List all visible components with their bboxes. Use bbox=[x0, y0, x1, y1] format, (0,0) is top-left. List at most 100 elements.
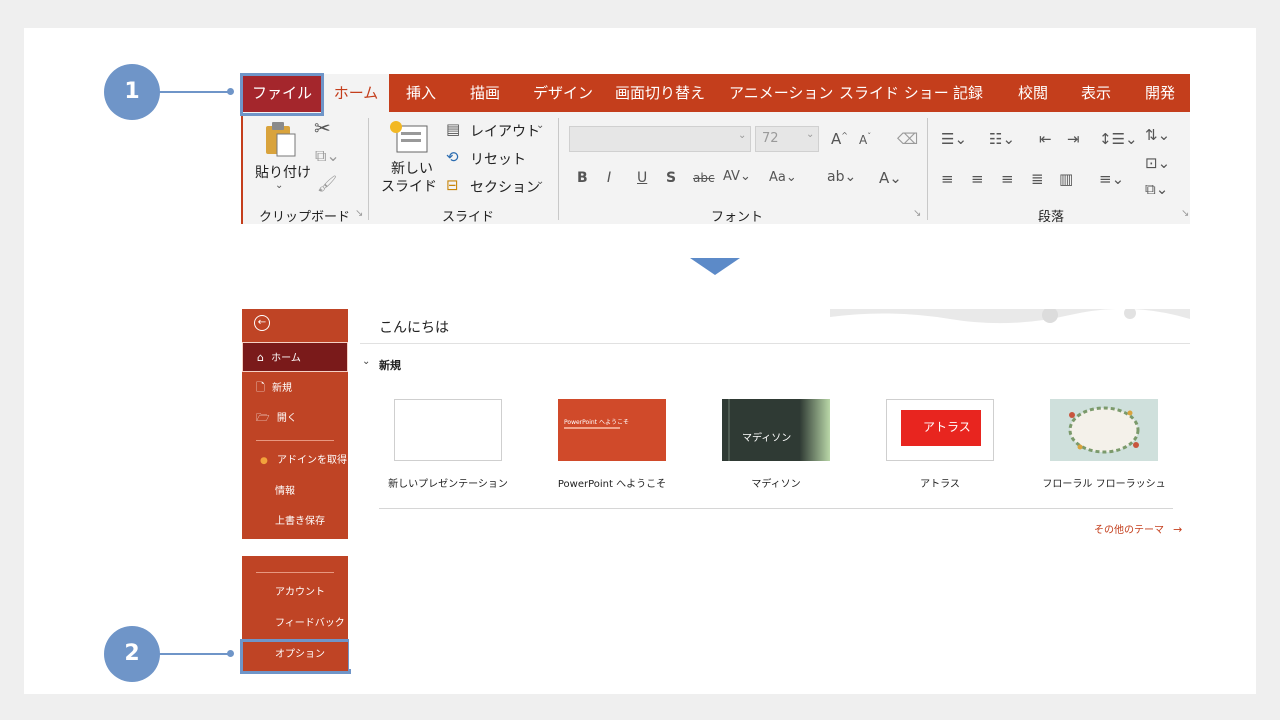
tab-design[interactable]: デザイン bbox=[533, 74, 593, 112]
chevron-down-icon: ⌄ bbox=[806, 129, 815, 140]
tab-transitions[interactable]: 画面切り替え bbox=[615, 74, 705, 112]
tab-animations[interactable]: アニメーション bbox=[729, 74, 833, 112]
line-spacing-icon[interactable]: ↕☰⌄ bbox=[1099, 130, 1138, 148]
greeting-text: こんにちは bbox=[379, 320, 449, 336]
template-welcome-label: PowerPoint へようこそ bbox=[557, 479, 667, 490]
nav-save[interactable]: 上書き保存 bbox=[242, 507, 348, 537]
strikethrough-icon[interactable]: abc bbox=[693, 171, 715, 185]
template-welcome-thumb-title: PowerPoint へようこそ bbox=[564, 419, 629, 426]
notification-dot-icon: ● bbox=[260, 456, 268, 466]
down-arrow-icon bbox=[690, 258, 740, 275]
dialog-launcher-icon[interactable]: ↘ bbox=[355, 208, 363, 219]
step-1-badge: 1 bbox=[104, 64, 160, 120]
section-label: セクション bbox=[470, 180, 540, 196]
section-button[interactable]: ⊟ セクション ⌄ bbox=[446, 176, 546, 198]
decorative-background-pattern bbox=[830, 309, 1190, 324]
nav-divider bbox=[256, 572, 334, 573]
tab-record[interactable]: 記録 bbox=[953, 74, 983, 112]
group-separator bbox=[558, 118, 559, 220]
grow-font-icon[interactable]: A^ bbox=[831, 130, 848, 148]
nav-divider bbox=[256, 440, 334, 441]
template-atlas-thumb-title: アトラス bbox=[923, 420, 971, 434]
header-divider bbox=[360, 343, 1190, 344]
nav-addins[interactable]: ● アドインを取得 bbox=[242, 446, 348, 476]
text-direction-icon[interactable]: ⇅⌄ bbox=[1145, 126, 1170, 144]
tab-slideshow[interactable]: スライド ショー bbox=[839, 74, 949, 112]
step-1-dot bbox=[227, 88, 234, 95]
nav-new[interactable]: 🗋 新規 bbox=[242, 373, 348, 403]
layout-icon: ▤ bbox=[446, 120, 461, 138]
template-atlas[interactable]: アトラス bbox=[886, 399, 994, 461]
align-left-icon[interactable]: ≡ bbox=[941, 170, 954, 188]
template-blank[interactable] bbox=[394, 399, 502, 461]
cut-icon[interactable]: ✂ bbox=[314, 116, 331, 140]
nav-info[interactable]: 情報 bbox=[242, 477, 348, 507]
dialog-launcher-icon[interactable]: ↘ bbox=[1181, 208, 1189, 219]
bullets-icon[interactable]: ☰⌄ bbox=[941, 130, 967, 148]
tab-insert[interactable]: 挿入 bbox=[406, 74, 436, 112]
dialog-launcher-icon[interactable]: ↘ bbox=[913, 208, 921, 219]
tab-view[interactable]: 表示 bbox=[1081, 74, 1111, 112]
layout-button[interactable]: ▤ レイアウト ⌄ bbox=[446, 120, 546, 142]
nav-open[interactable]: 🗁 開く bbox=[242, 403, 348, 433]
tab-home[interactable]: ホーム bbox=[323, 74, 389, 112]
font-name-dropdown[interactable] bbox=[569, 126, 751, 152]
tab-developer[interactable]: 開発 bbox=[1145, 74, 1175, 112]
reset-button[interactable]: ⟲ リセット bbox=[446, 148, 536, 170]
nav-feedback[interactable]: フィードバック bbox=[242, 609, 348, 639]
character-spacing-icon[interactable]: AV⌄ bbox=[723, 169, 751, 184]
chevron-down-icon[interactable]: ⌄ bbox=[362, 356, 370, 367]
template-floral[interactable] bbox=[1050, 399, 1158, 461]
nav-home[interactable]: ⌂ ホーム bbox=[242, 342, 348, 372]
shadow-icon[interactable]: S bbox=[666, 170, 676, 186]
copy-icon[interactable]: ⧉⌄ bbox=[315, 146, 340, 166]
paste-button[interactable]: 貼り付け ⌄ bbox=[255, 118, 311, 198]
clear-formatting-icon[interactable]: ⌫ bbox=[897, 130, 918, 148]
group-separator bbox=[927, 118, 928, 220]
backstage-nav-top: ← ⌂ ホーム 🗋 新規 🗁 開く ● アドインを取得 情報 上書き保存 bbox=[242, 309, 348, 539]
step-2-badge: 2 bbox=[104, 626, 160, 682]
font-color-icon[interactable]: A⌄ bbox=[879, 169, 902, 187]
arrow-right-icon: → bbox=[1173, 523, 1183, 536]
align-text-icon[interactable]: ≡⌄ bbox=[1099, 170, 1124, 188]
back-arrow-icon[interactable]: ← bbox=[254, 315, 270, 331]
more-themes-link[interactable]: その他のテーマ → bbox=[1094, 518, 1182, 537]
ribbon-tab-bar: ファイル ホーム 挿入 描画 デザイン 画面切り替え アニメーション スライド … bbox=[241, 74, 1190, 112]
justify-icon[interactable]: ≣ bbox=[1031, 170, 1044, 188]
align-right-icon[interactable]: ≡ bbox=[1001, 170, 1014, 188]
smartart-icon[interactable]: ⧉⌄ bbox=[1145, 180, 1168, 198]
template-madison-thumb-title: マディソン bbox=[742, 433, 792, 444]
highlight-icon[interactable]: ab⌄ bbox=[827, 169, 856, 185]
underline-icon[interactable]: U bbox=[637, 170, 647, 186]
new-slide-button[interactable]: 新しい スライド ⌄ bbox=[377, 118, 437, 198]
chevron-down-icon: ⌄ bbox=[738, 130, 747, 141]
decrease-indent-icon[interactable]: ⇤ bbox=[1039, 130, 1052, 148]
ribbon-left-accent bbox=[241, 112, 243, 224]
numbering-icon[interactable]: ☷⌄ bbox=[989, 130, 1015, 148]
shrink-font-icon[interactable]: Aˇ bbox=[859, 132, 871, 147]
increase-indent-icon[interactable]: ⇥ bbox=[1067, 130, 1080, 148]
format-painter-icon[interactable]: 🖌 bbox=[317, 174, 337, 193]
columns-icon[interactable]: ▥ bbox=[1059, 170, 1073, 188]
new-slide-label-line1: 新しい bbox=[391, 161, 433, 177]
italic-icon[interactable]: I bbox=[607, 170, 611, 186]
floral-wreath-icon bbox=[1068, 406, 1140, 454]
template-welcome-thumb-subline bbox=[564, 427, 620, 429]
nav-account[interactable]: アカウント bbox=[242, 578, 348, 608]
tab-draw[interactable]: 描画 bbox=[470, 74, 500, 112]
change-case-icon[interactable]: Aa⌄ bbox=[769, 170, 797, 185]
template-welcome[interactable]: PowerPoint へようこそ bbox=[558, 399, 666, 461]
font-size-dropdown[interactable]: 72 ⌄ bbox=[755, 126, 819, 152]
slides-group-label: スライド bbox=[442, 210, 495, 224]
paragraph-group-label: 段落 bbox=[1038, 210, 1065, 224]
nav-home-label: ホーム bbox=[271, 353, 301, 364]
reset-icon: ⟲ bbox=[446, 148, 459, 166]
align-text-vertical-icon[interactable]: ⊡⌄ bbox=[1145, 154, 1170, 172]
align-center-icon[interactable]: ≡ bbox=[971, 170, 984, 188]
bold-icon[interactable]: B bbox=[577, 170, 588, 186]
tab-review[interactable]: 校閲 bbox=[1018, 74, 1048, 112]
paste-icon bbox=[266, 122, 296, 157]
templates-divider bbox=[379, 508, 1173, 509]
template-madison[interactable]: マディソン bbox=[722, 399, 830, 461]
group-separator bbox=[368, 118, 369, 220]
